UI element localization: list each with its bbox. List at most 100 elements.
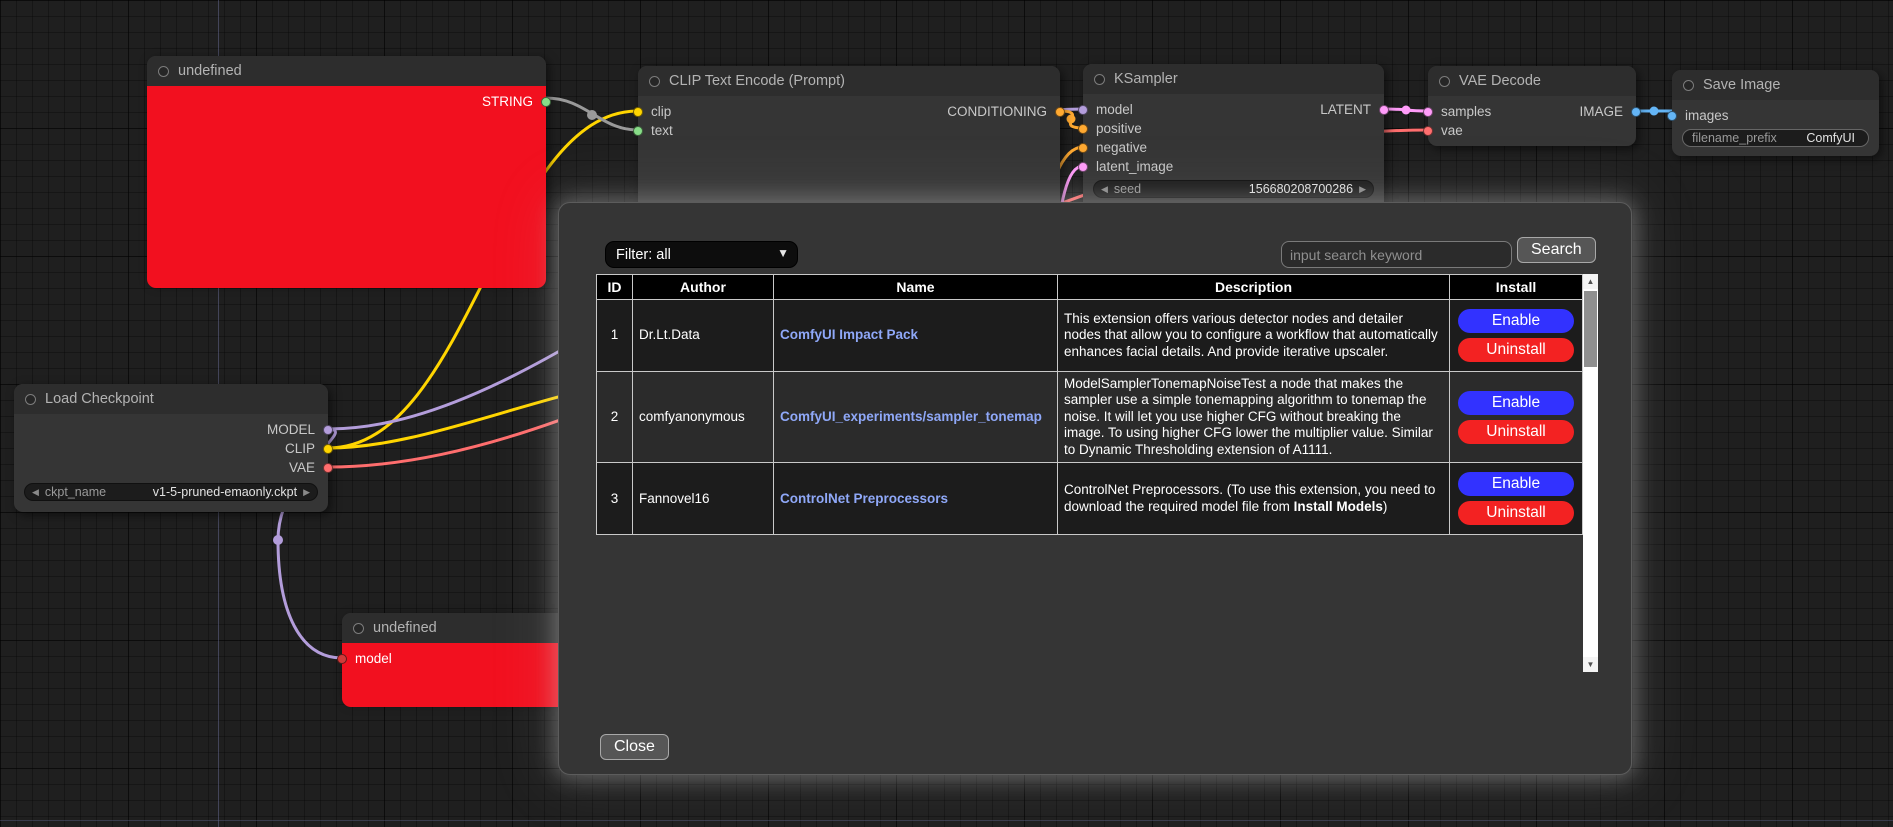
input-slot-negative[interactable] (1078, 143, 1088, 153)
close-button[interactable]: Close (600, 734, 669, 760)
node-title-bar[interactable]: KSampler (1083, 64, 1384, 94)
input-slot-samples[interactable] (1423, 107, 1433, 117)
cell-description: This extension offers various detector n… (1058, 300, 1450, 372)
collapse-dot[interactable] (1683, 80, 1694, 91)
node-title-bar[interactable]: Save Image (1672, 70, 1879, 100)
search-input[interactable] (1281, 241, 1512, 268)
header-name: Name (774, 275, 1058, 300)
scroll-up-icon[interactable]: ▲ (1583, 274, 1598, 289)
cell-id: 3 (597, 463, 633, 535)
output-label-conditioning: CONDITIONING (947, 104, 1047, 119)
input-slot-vae[interactable] (1423, 126, 1433, 136)
input-slot-model[interactable] (1078, 105, 1088, 115)
canvas-axis-horizontal (0, 820, 1893, 821)
input-label-latent-image: latent_image (1096, 159, 1173, 174)
cell-description: ControlNet Preprocessors. (To use this e… (1058, 463, 1450, 535)
ckpt-widget-label: ckpt_name (45, 485, 106, 499)
uninstall-button[interactable]: Uninstall (1458, 501, 1574, 525)
input-label-model: model (1096, 102, 1133, 117)
output-label-clip: CLIP (285, 441, 315, 456)
node-title-bar[interactable]: VAE Decode (1428, 66, 1636, 96)
input-slot-positive[interactable] (1078, 124, 1088, 134)
output-slot-model[interactable] (323, 425, 333, 435)
node-title-label: Load Checkpoint (45, 391, 154, 407)
output-slot-conditioning[interactable] (1055, 107, 1065, 117)
prefix-widget-label: filename_prefix (1692, 131, 1777, 145)
extension-link[interactable]: ComfyUI Impact Pack (780, 327, 918, 342)
increment-arrow-icon[interactable]: ▶ (1359, 185, 1366, 194)
seed-widget[interactable]: ◀ seed 156680208700286 ▶ (1093, 180, 1374, 198)
cell-install: Enable Uninstall (1450, 372, 1583, 463)
search-button[interactable]: Search (1517, 237, 1596, 263)
cell-author: comfyanonymous (633, 372, 774, 463)
collapse-dot[interactable] (158, 66, 169, 77)
table-scrollbar[interactable]: ▲ ▼ (1583, 274, 1598, 672)
node-graph-canvas[interactable]: undefined STRING CLIP Text Encode (Promp… (0, 0, 1893, 827)
uninstall-button[interactable]: Uninstall (1458, 420, 1574, 444)
node-title-bar[interactable]: undefined (147, 56, 546, 86)
header-install: Install (1450, 275, 1583, 300)
node-error-body: STRING (147, 86, 546, 288)
output-label-image: IMAGE (1579, 104, 1623, 119)
wire-dot-conditioning (1067, 115, 1076, 124)
wire-dot-latent (1402, 106, 1411, 115)
table-row: 1 Dr.Lt.Data ComfyUI Impact Pack This ex… (597, 300, 1583, 372)
custom-nodes-manager-dialog: Filter: all ▼ Search ID Author Name Desc… (558, 202, 1632, 775)
enable-button[interactable]: Enable (1458, 391, 1574, 415)
input-slot-clip[interactable] (633, 107, 643, 117)
header-description: Description (1058, 275, 1450, 300)
node-save-image[interactable]: Save Image images filename_prefix ComfyU… (1672, 70, 1879, 156)
wire-dot-model (273, 535, 283, 545)
next-arrow-icon[interactable]: ▶ (303, 488, 310, 497)
collapse-dot[interactable] (1094, 74, 1105, 85)
enable-button[interactable]: Enable (1458, 472, 1574, 496)
node-load-checkpoint[interactable]: Load Checkpoint MODEL CLIP VAE ◀ ckpt_na… (14, 384, 328, 512)
cell-description: ModelSamplerTonemapNoiseTest a node that… (1058, 372, 1450, 463)
collapse-dot[interactable] (649, 76, 660, 87)
filter-select-wrap: Filter: all ▼ (605, 241, 798, 268)
collapse-dot[interactable] (353, 623, 364, 634)
input-slot-latent-image[interactable] (1078, 162, 1088, 172)
input-label-samples: samples (1441, 104, 1491, 119)
input-label-model: model (355, 651, 392, 666)
output-label-latent: LATENT (1320, 102, 1371, 117)
filter-select[interactable]: Filter: all (605, 241, 798, 268)
filename-prefix-widget[interactable]: filename_prefix ComfyUI (1682, 129, 1869, 147)
uninstall-button[interactable]: Uninstall (1458, 338, 1574, 362)
node-title-label: CLIP Text Encode (Prompt) (669, 73, 845, 89)
input-slot-model[interactable] (337, 654, 347, 664)
header-id: ID (597, 275, 633, 300)
ckpt-name-widget[interactable]: ◀ ckpt_name v1-5-pruned-emaonly.ckpt ▶ (24, 483, 318, 501)
output-slot-vae[interactable] (323, 463, 333, 473)
node-title-label: undefined (373, 620, 437, 636)
cell-author: Fannovel16 (633, 463, 774, 535)
header-author: Author (633, 275, 774, 300)
input-label-negative: negative (1096, 140, 1147, 155)
output-label-vae: VAE (289, 460, 315, 475)
collapse-dot[interactable] (1439, 76, 1450, 87)
input-slot-text[interactable] (633, 126, 643, 136)
node-undefined-top[interactable]: undefined STRING (147, 56, 546, 282)
output-slot-image[interactable] (1631, 107, 1641, 117)
table-row: 2 comfyanonymous ComfyUI_experiments/sam… (597, 372, 1583, 463)
input-label-images: images (1685, 108, 1729, 123)
scroll-down-icon[interactable]: ▼ (1583, 657, 1598, 672)
input-label-text: text (651, 123, 673, 138)
node-vae-decode[interactable]: VAE Decode samples IMAGE vae (1428, 66, 1636, 146)
scrollbar-thumb[interactable] (1584, 291, 1597, 367)
decrement-arrow-icon[interactable]: ◀ (1101, 185, 1108, 194)
output-slot-latent[interactable] (1379, 105, 1389, 115)
node-title-bar[interactable]: Load Checkpoint (14, 384, 328, 414)
enable-button[interactable]: Enable (1458, 309, 1574, 333)
node-title-label: undefined (178, 63, 242, 79)
wire-dot-image (1650, 107, 1659, 116)
output-slot-clip[interactable] (323, 444, 333, 454)
extension-link[interactable]: ComfyUI_experiments/sampler_tonemap (780, 409, 1042, 424)
prev-arrow-icon[interactable]: ◀ (32, 488, 39, 497)
output-slot-string[interactable] (541, 97, 551, 107)
collapse-dot[interactable] (25, 394, 36, 405)
input-slot-images[interactable] (1667, 111, 1677, 121)
cell-id: 2 (597, 372, 633, 463)
node-title-bar[interactable]: CLIP Text Encode (Prompt) (638, 66, 1060, 96)
extension-link[interactable]: ControlNet Preprocessors (780, 491, 948, 506)
